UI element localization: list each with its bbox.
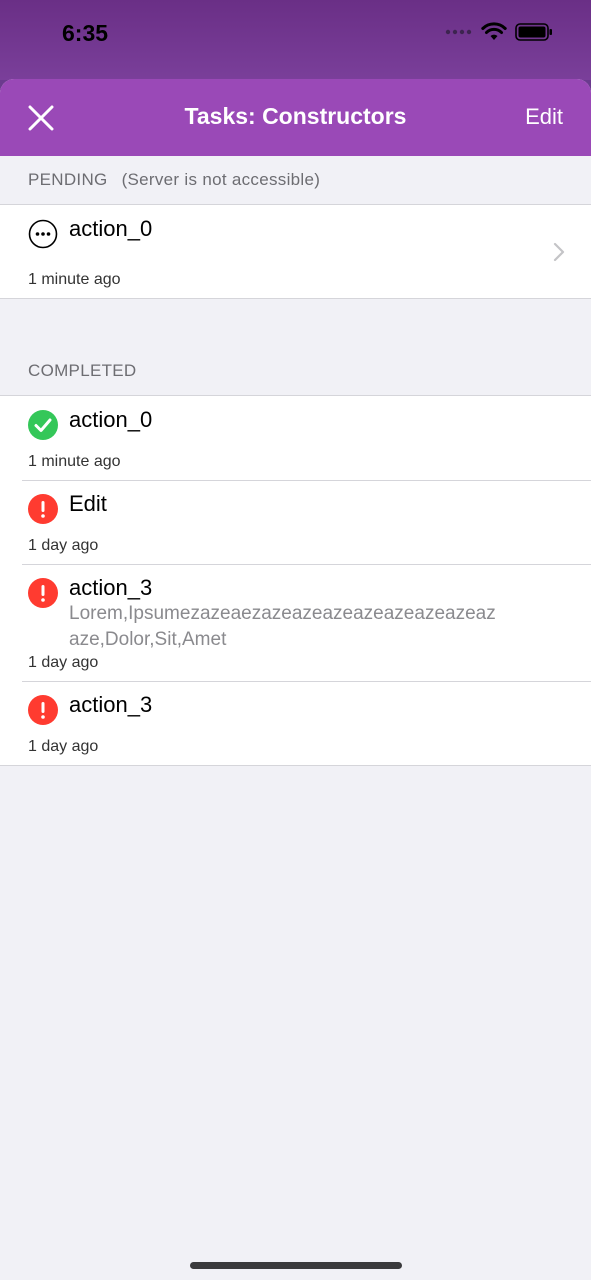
list-item[interactable]: action_3 1 day ago	[0, 681, 591, 765]
status-bar: 6:35	[0, 0, 591, 80]
more-icon	[28, 219, 58, 249]
page-title: Tasks: Constructors	[184, 103, 407, 129]
completed-section-header: COMPLETED	[0, 347, 591, 395]
task-time: 1 minute ago	[28, 271, 121, 288]
signal-icon	[445, 29, 472, 35]
pending-header-label: PENDING	[28, 170, 108, 189]
checkmark-circle-icon	[28, 410, 58, 440]
status-icons	[445, 22, 553, 42]
edit-button[interactable]: Edit	[525, 104, 563, 130]
completed-list: action_0 1 minute ago Edit 1 day ago act…	[0, 395, 591, 766]
status-time: 6:35	[62, 20, 109, 46]
navigation-bar: Tasks: Constructors Edit	[0, 79, 591, 156]
task-title: action_3	[69, 692, 153, 717]
task-time: 1 day ago	[28, 537, 99, 554]
server-status-note: (Server is not accessible)	[121, 170, 321, 189]
task-title: action_0	[69, 216, 153, 241]
wifi-icon	[481, 22, 507, 40]
tasks-sheet: Tasks: Constructors Edit PENDING (Server…	[0, 79, 591, 1280]
exclamation-circle-icon	[28, 695, 58, 725]
task-time: 1 day ago	[28, 654, 99, 671]
list-item[interactable]: action_3 Lorem,Ipsumezazeaezazeazeazeaze…	[0, 564, 591, 681]
task-time: 1 minute ago	[28, 453, 121, 470]
task-title: action_0	[69, 407, 153, 432]
list-item[interactable]: Edit 1 day ago	[0, 480, 591, 564]
task-title: Edit	[69, 491, 107, 516]
exclamation-circle-icon	[28, 578, 58, 608]
pending-section-header: PENDING (Server is not accessible)	[0, 156, 591, 204]
list-item[interactable]: action_0 1 minute ago	[0, 396, 591, 480]
home-indicator[interactable]	[190, 1262, 402, 1269]
exclamation-circle-icon	[28, 494, 58, 524]
chevron-right-icon	[553, 242, 565, 262]
pending-list: action_0 1 minute ago	[0, 204, 591, 299]
task-time: 1 day ago	[28, 738, 99, 755]
task-title: action_3	[69, 575, 153, 600]
battery-icon	[515, 23, 552, 41]
list-item[interactable]: action_0 1 minute ago	[0, 205, 591, 298]
completed-header-label: COMPLETED	[28, 361, 137, 380]
task-subtitle: Lorem,Ipsumezazeaezazeazeazeazeazeazeaze…	[69, 603, 496, 650]
